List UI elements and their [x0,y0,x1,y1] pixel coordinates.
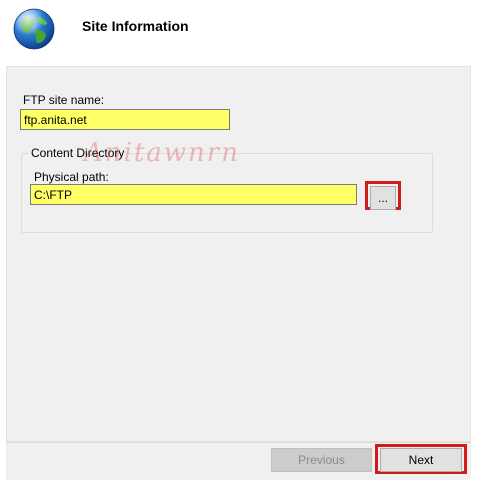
physical-path-label: Physical path: [34,170,109,184]
next-button[interactable]: Next [380,448,462,472]
globe-icon [13,8,55,50]
wizard-header: Site Information [0,0,480,62]
browse-button[interactable]: ... [370,186,396,210]
content-directory-legend: Content Directory [29,146,127,160]
previous-button: Previous [271,448,372,472]
site-name-input[interactable] [20,109,230,130]
physical-path-input[interactable] [30,184,357,205]
page-title: Site Information [82,18,189,34]
site-name-label: FTP site name: [23,93,105,107]
